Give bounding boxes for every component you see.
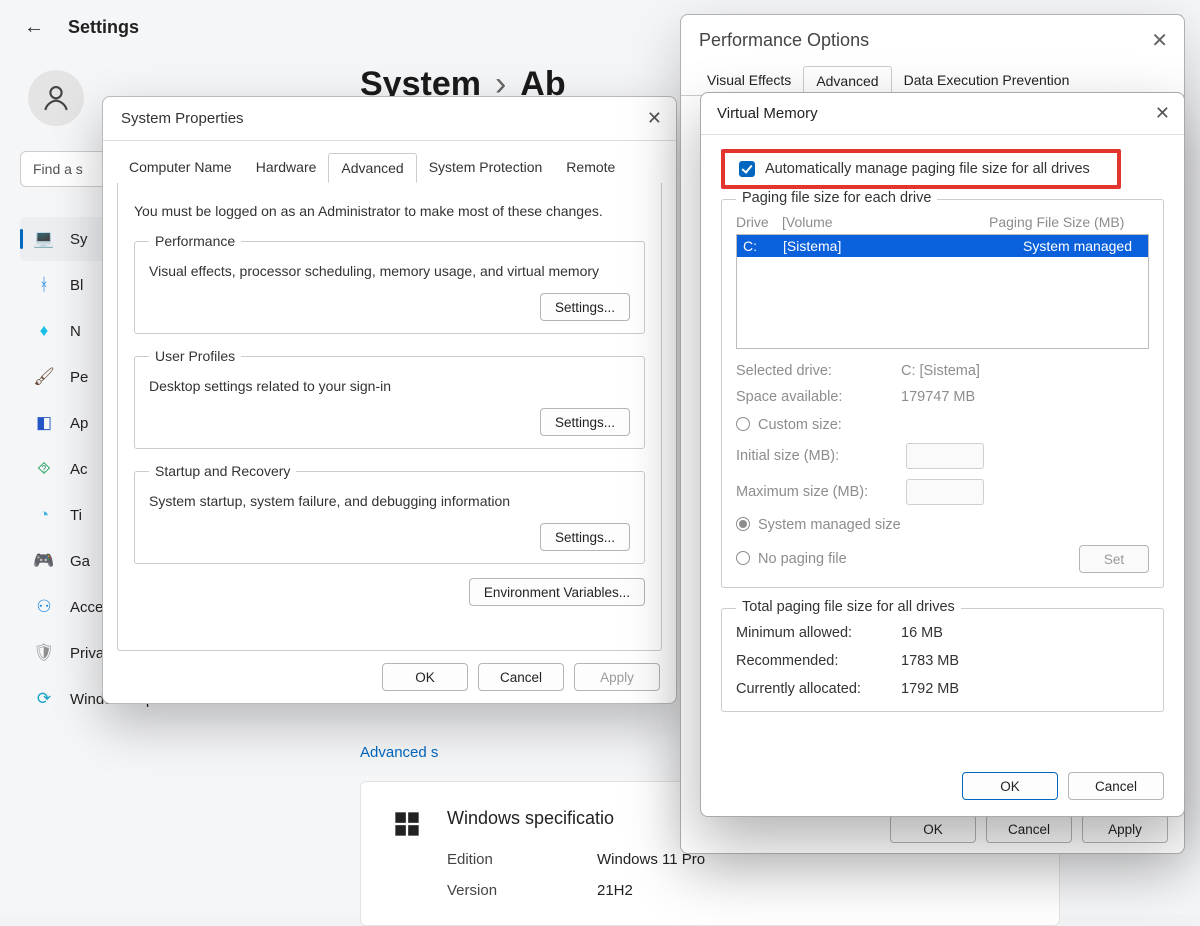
dialog-titlebar: Virtual Memory ✕: [701, 93, 1184, 135]
avatar: [28, 70, 84, 126]
nav-icon: ⚇: [34, 597, 54, 617]
close-icon[interactable]: ✕: [1155, 103, 1170, 124]
nav-icon: ⯑: [34, 459, 54, 479]
initial-size-input[interactable]: [906, 443, 984, 469]
nav-icon: ◧: [34, 413, 54, 433]
back-button[interactable]: ←: [20, 14, 48, 42]
system-properties-dialog: System Properties ✕ Computer NameHardwar…: [102, 96, 677, 704]
nav-icon: 🛡: [34, 643, 54, 663]
system-properties-content: You must be logged on as an Administrato…: [117, 183, 662, 651]
tab-remote[interactable]: Remote: [554, 153, 627, 183]
ok-button[interactable]: OK: [382, 663, 468, 691]
windows-icon: [391, 808, 423, 840]
group-startup-and-recovery: Startup and RecoverySystem startup, syst…: [134, 463, 645, 564]
virtual-memory-dialog: Virtual Memory ✕ Automatically manage pa…: [700, 92, 1185, 817]
environment-variables-button[interactable]: Environment Variables...: [469, 578, 645, 606]
group-performance: PerformanceVisual effects, processor sch…: [134, 233, 645, 334]
dialog-titlebar: System Properties ✕: [103, 97, 676, 141]
system-properties-tabs: Computer NameHardwareAdvancedSystem Prot…: [103, 141, 676, 183]
ok-button[interactable]: OK: [890, 815, 976, 843]
admin-note: You must be logged on as an Administrato…: [134, 203, 645, 219]
group-user-profiles: User ProfilesDesktop settings related to…: [134, 348, 645, 449]
nav-icon: 🖌: [34, 367, 54, 387]
paging-file-group: Paging file size for each drive Drive [V…: [721, 199, 1164, 588]
apply-button[interactable]: Apply: [574, 663, 660, 691]
drive-list[interactable]: C: [Sistema] System managed: [736, 234, 1149, 349]
nav-icon: ♦: [34, 321, 54, 341]
set-button[interactable]: Set: [1079, 545, 1149, 573]
arrow-left-icon: ←: [24, 16, 44, 39]
nav-icon: ᚼ: [34, 275, 54, 295]
custom-size-radio[interactable]: Custom size:: [736, 417, 1149, 433]
system-managed-radio[interactable]: System managed size: [736, 517, 1149, 533]
cancel-button[interactable]: Cancel: [1068, 772, 1164, 800]
dialog-titlebar: Performance Options ✕: [681, 15, 1184, 65]
ok-button[interactable]: OK: [962, 772, 1058, 800]
maximum-size-input[interactable]: [906, 479, 984, 505]
totals-group: Total paging file size for all drives Mi…: [721, 608, 1164, 712]
nav-icon: ⟳: [34, 689, 54, 709]
tab-hardware[interactable]: Hardware: [244, 153, 329, 183]
settings-title: Settings: [68, 17, 139, 38]
auto-manage-checkbox[interactable]: [739, 161, 755, 177]
nav-icon: ◔: [34, 505, 54, 525]
nav-icon: 🎮: [34, 551, 54, 571]
drive-list-header: Drive [Volume Paging File Size (MB): [736, 214, 1149, 230]
system-properties-footer: OK Cancel Apply: [103, 651, 676, 703]
tab-advanced[interactable]: Advanced: [328, 153, 416, 183]
auto-manage-highlight: Automatically manage paging file size fo…: [721, 149, 1121, 189]
drive-row[interactable]: C: [Sistema] System managed: [737, 235, 1148, 257]
person-icon: [40, 82, 72, 114]
close-icon[interactable]: ✕: [1151, 28, 1168, 53]
cancel-button[interactable]: Cancel: [478, 663, 564, 691]
settings-button[interactable]: Settings...: [540, 523, 630, 551]
settings-button[interactable]: Settings...: [540, 408, 630, 436]
spec-title: Windows specificatio: [447, 808, 705, 829]
tab-computer-name[interactable]: Computer Name: [117, 153, 244, 183]
no-paging-radio[interactable]: No paging file: [736, 551, 1079, 567]
apply-button[interactable]: Apply: [1082, 815, 1168, 843]
auto-manage-label: Automatically manage paging file size fo…: [765, 161, 1090, 177]
close-icon[interactable]: ✕: [647, 108, 662, 129]
cancel-button[interactable]: Cancel: [986, 815, 1072, 843]
tab-system-protection[interactable]: System Protection: [417, 153, 555, 183]
virtual-memory-footer: OK Cancel: [701, 756, 1184, 816]
settings-button[interactable]: Settings...: [540, 293, 630, 321]
nav-icon: 💻: [34, 229, 54, 249]
